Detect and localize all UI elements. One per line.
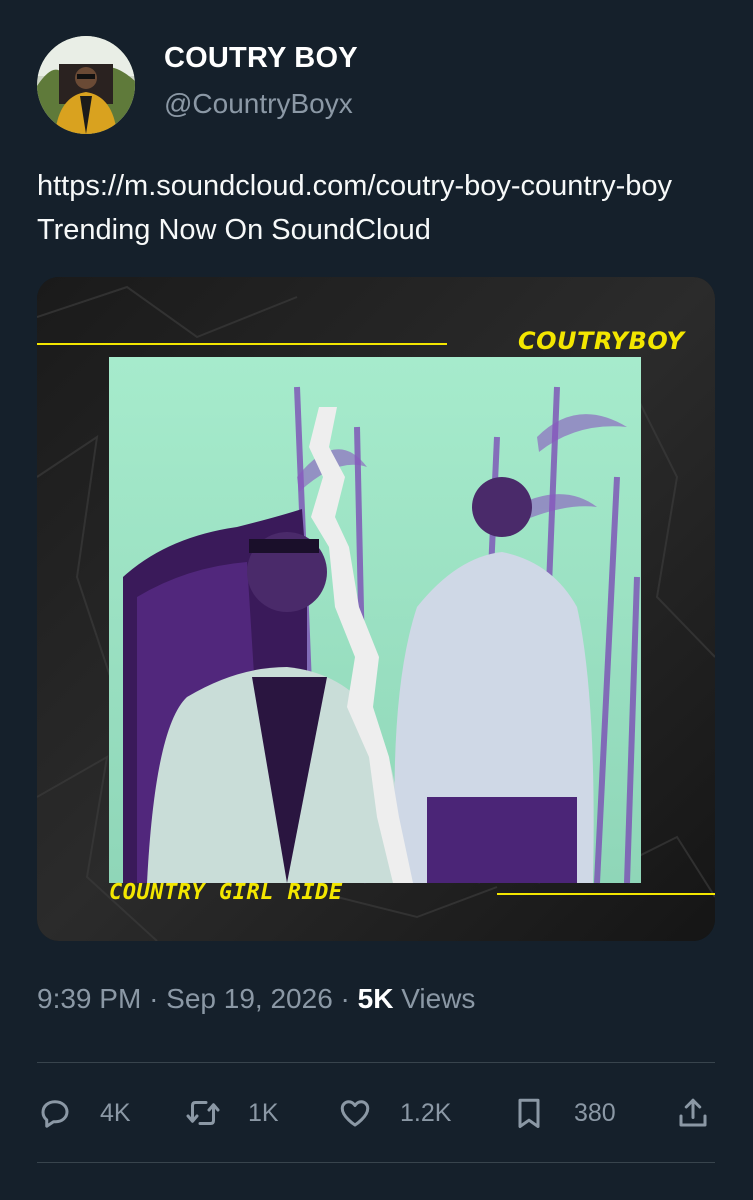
share-icon xyxy=(679,1098,707,1127)
divider xyxy=(37,1162,715,1163)
divider xyxy=(37,1062,715,1063)
retweet-count: 1K xyxy=(248,1098,279,1127)
soundcloud-link[interactable]: https://m.soundcloud.com/coutry-boy-coun… xyxy=(37,170,672,202)
like-button[interactable]: 1.2K xyxy=(337,1090,451,1136)
tweet-text-rest: Trending Now On SoundCloud xyxy=(37,214,431,246)
author-handle[interactable]: @CountryBoyx xyxy=(164,88,353,120)
retweet-button[interactable]: 1K xyxy=(185,1090,279,1136)
tweet-text: https://m.soundcloud.com/coutry-boy-coun… xyxy=(37,164,717,252)
bookmark-button[interactable]: 380 xyxy=(511,1090,616,1136)
views-label: Views xyxy=(401,983,476,1014)
heart-icon xyxy=(340,1100,370,1127)
bookmark-count: 380 xyxy=(574,1098,616,1127)
reply-count: 4K xyxy=(100,1098,131,1127)
meta-separator: · xyxy=(149,983,159,1014)
tweet-detail: COUTRY BOY @CountryBoyx https://m.soundc… xyxy=(0,0,753,1200)
reply-icon xyxy=(41,1100,69,1128)
tweet-media-image[interactable]: COUTRYBOY COUNTRY GIRL RIDE xyxy=(37,277,715,941)
bookmark-icon xyxy=(518,1098,540,1128)
tweet-actions: 4K 1K 1.2K 380 xyxy=(37,1090,715,1136)
share-button[interactable] xyxy=(675,1090,711,1136)
avatar-image xyxy=(37,36,135,134)
like-count: 1.2K xyxy=(400,1098,452,1127)
meta-separator: · xyxy=(340,983,350,1014)
views-count: 5K xyxy=(357,983,394,1014)
tweet-date[interactable]: Sep 19, 2026 xyxy=(166,983,333,1014)
cover-artist-label: COUTRYBOY xyxy=(518,327,685,355)
retweet-icon xyxy=(186,1101,220,1125)
reply-button[interactable]: 4K xyxy=(37,1090,131,1136)
tweet-meta: 9:39 PM · Sep 19, 2026 · 5K Views xyxy=(37,983,475,1015)
author-display-name[interactable]: COUTRY BOY xyxy=(164,42,358,75)
tweet-time[interactable]: 9:39 PM xyxy=(37,983,141,1014)
avatar[interactable] xyxy=(37,36,135,134)
cover-song-title: COUNTRY GIRL RIDE xyxy=(109,880,343,905)
album-cover-art xyxy=(37,277,715,941)
